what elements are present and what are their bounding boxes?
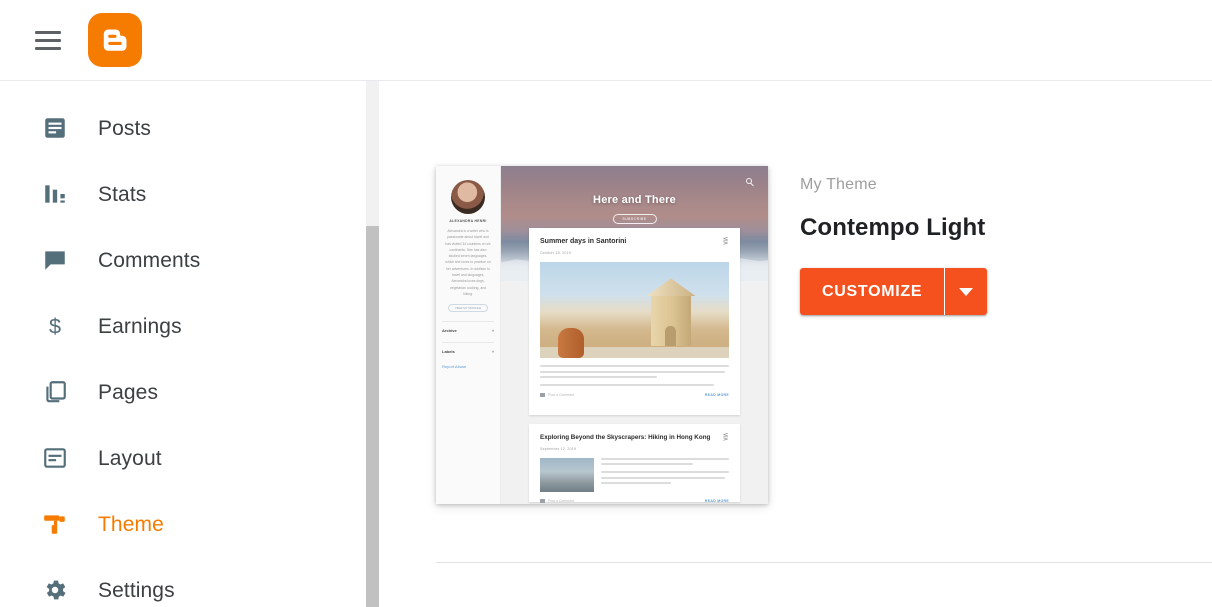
- preview-post-card: Exploring Beyond the Skyscrapers: Hiking…: [529, 424, 740, 503]
- hamburger-menu-icon[interactable]: [24, 16, 72, 64]
- share-icon: ⋚: [722, 434, 729, 441]
- sidebar-item-label: Pages: [98, 380, 159, 404]
- preview-author-name: ALEXANDRA HENRI: [449, 219, 487, 223]
- preview-post-thumbnail: [540, 457, 594, 492]
- sidebar-item-label: Comments: [98, 248, 201, 272]
- preview-comment-action: Post a Comment: [540, 498, 575, 503]
- preview-author-bio: Alexandra is a writer who is passionate …: [445, 229, 491, 296]
- chevron-down-icon: ▾: [491, 349, 494, 355]
- preview-image-jar: [558, 328, 584, 359]
- preview-post-footer: Post a Comment READ MORE: [540, 393, 729, 398]
- preview-post-card: Summer days in Santorini ⋚ October 18, 2…: [529, 228, 740, 415]
- preview-blog-title: Here and There: [593, 194, 676, 206]
- preview-comment-label: Post a Comment: [548, 498, 575, 503]
- earnings-icon: $: [40, 311, 70, 341]
- sidebar-item-label: Settings: [98, 578, 175, 602]
- search-icon: [746, 178, 752, 184]
- preview-post-date: October 18, 2019: [540, 251, 571, 256]
- preview-blog-sidebar: ALEXANDRA HENRI Alexandra is a writer wh…: [436, 166, 501, 504]
- preview-widget-archive: Archive ▾: [442, 321, 494, 333]
- sidebar-item-label: Theme: [98, 512, 164, 536]
- sidebar-nav: Posts Stats Comments $ Earnings Pages La…: [0, 81, 366, 607]
- sidebar-item-earnings[interactable]: $ Earnings: [0, 293, 366, 359]
- theme-name: Contempo Light: [800, 214, 986, 241]
- comment-icon: [540, 393, 545, 398]
- preview-post-header: Summer days in Santorini ⋚: [540, 238, 729, 246]
- preview-post-date: September 12, 2019: [540, 446, 577, 451]
- sidebar-item-label: Posts: [98, 116, 152, 140]
- blogger-logo-icon[interactable]: [88, 13, 142, 67]
- customize-button[interactable]: CUSTOMIZE: [800, 268, 945, 315]
- stats-icon: [40, 179, 70, 209]
- comment-icon: [540, 498, 545, 503]
- settings-icon: [40, 575, 70, 605]
- content-divider: [436, 562, 1212, 563]
- preview-blog-body: Here and There SUBSCRIBE Summer days in …: [501, 166, 768, 504]
- sidebar-scrollbar-thumb[interactable]: [366, 226, 379, 607]
- preview-read-more-link: READ MORE: [704, 498, 729, 503]
- sidebar-item-theme[interactable]: Theme: [0, 491, 366, 557]
- preview-subscribe-button: SUBSCRIBE: [612, 214, 657, 224]
- share-icon: ⋚: [722, 238, 729, 245]
- preview-post-body-row: [540, 457, 729, 492]
- preview-widget-label: Archive: [442, 328, 457, 334]
- pages-icon: [40, 377, 70, 407]
- sidebar-item-posts[interactable]: Posts: [0, 95, 366, 161]
- chevron-down-icon: [959, 287, 974, 296]
- menu-bar-1: [35, 30, 61, 34]
- svg-text:$: $: [49, 314, 61, 339]
- layout-icon: [40, 443, 70, 473]
- sidebar-item-pages[interactable]: Pages: [0, 359, 366, 425]
- preview-profile-button: VIEW MY PROFILE: [448, 304, 488, 313]
- sidebar-item-label: Stats: [98, 182, 147, 206]
- menu-bar-2: [35, 38, 61, 42]
- preview-image-tower: [651, 294, 691, 347]
- posts-icon: [40, 113, 70, 143]
- comments-icon: [40, 245, 70, 275]
- my-theme-label: My Theme: [800, 176, 877, 193]
- preview-widget-labels: Labels ▾: [442, 342, 494, 354]
- app-header: [0, 0, 1212, 81]
- preview-report-abuse-link: Report Abuse: [442, 364, 467, 370]
- customize-button-group: CUSTOMIZE: [800, 268, 988, 315]
- preview-comment-action: Post a Comment: [540, 393, 575, 398]
- menu-bar-3: [35, 46, 61, 50]
- preview-post-image: [540, 262, 729, 359]
- theme-preview-thumbnail[interactable]: ALEXANDRA HENRI Alexandra is a writer wh…: [436, 166, 768, 504]
- main-content: ALEXANDRA HENRI Alexandra is a writer wh…: [380, 81, 1212, 607]
- preview-read-more-link: READ MORE: [704, 393, 729, 398]
- chevron-down-icon: ▾: [491, 328, 494, 334]
- sidebar-item-stats[interactable]: Stats: [0, 161, 366, 227]
- preview-post-excerpt: [540, 365, 729, 387]
- sidebar-item-label: Layout: [98, 446, 162, 470]
- sidebar-item-layout[interactable]: Layout: [0, 425, 366, 491]
- preview-post-excerpt: [601, 457, 729, 492]
- sidebar-item-comments[interactable]: Comments: [0, 227, 366, 293]
- theme-info-panel: My Theme Contempo Light CUSTOMIZE: [800, 176, 1160, 315]
- customize-dropdown-button[interactable]: [945, 268, 988, 315]
- preview-post-footer: Post a Comment READ MORE: [540, 498, 729, 503]
- preview-post-title: Exploring Beyond the Skyscrapers: Hiking…: [540, 434, 711, 441]
- preview-widget-label: Labels: [442, 349, 455, 355]
- blogger-b-glyph: [103, 29, 127, 51]
- preview-comment-label: Post a Comment: [548, 393, 575, 398]
- sidebar-item-settings[interactable]: Settings: [0, 557, 366, 607]
- preview-post-header: Exploring Beyond the Skyscrapers: Hiking…: [540, 434, 729, 442]
- sidebar-item-label: Earnings: [98, 314, 182, 338]
- preview-post-title: Summer days in Santorini: [540, 238, 627, 245]
- theme-icon: [40, 509, 70, 539]
- preview-author-avatar: [451, 180, 485, 214]
